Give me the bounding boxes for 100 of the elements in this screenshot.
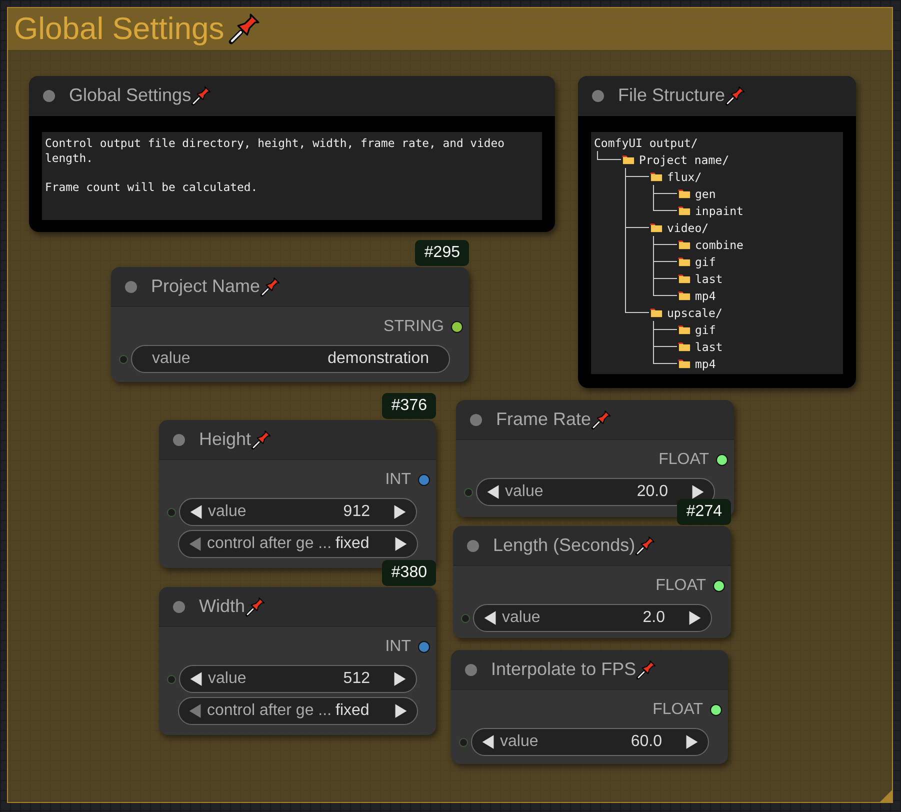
output-socket[interactable] bbox=[710, 704, 722, 716]
folder-icon bbox=[650, 307, 664, 318]
folder-icon bbox=[650, 222, 664, 233]
combo-widget[interactable]: control after ge ... fixed bbox=[178, 697, 418, 725]
node-title: Interpolate to FPS bbox=[491, 659, 636, 680]
output-label: FLOAT bbox=[652, 701, 703, 719]
folder-icon bbox=[678, 358, 692, 369]
pushpin-icon bbox=[260, 276, 280, 296]
collapse-dot-icon[interactable] bbox=[173, 434, 185, 446]
widget-label: value bbox=[208, 503, 248, 521]
input-socket[interactable] bbox=[167, 674, 176, 684]
folder-name: video/ bbox=[667, 220, 709, 234]
folder-name: gif bbox=[695, 254, 716, 268]
collapse-dot-icon[interactable] bbox=[465, 664, 477, 676]
number-widget[interactable]: value 2.0 bbox=[473, 604, 712, 632]
node-id-badge: #274 bbox=[677, 499, 731, 525]
output-socket[interactable] bbox=[451, 321, 463, 333]
number-widget[interactable]: value 912 bbox=[179, 498, 417, 526]
folder-name: mp4 bbox=[695, 288, 716, 302]
collapse-dot-icon[interactable] bbox=[43, 90, 55, 102]
input-socket[interactable] bbox=[459, 738, 468, 746]
right-arrow-icon[interactable] bbox=[690, 484, 706, 500]
collapse-dot-icon[interactable] bbox=[467, 540, 479, 552]
right-arrow-icon[interactable] bbox=[393, 536, 410, 552]
collapse-dot-icon[interactable] bbox=[173, 600, 185, 612]
widget-value: 60.0 bbox=[630, 733, 662, 751]
pushpin-icon bbox=[245, 596, 266, 616]
node-title: File Structure bbox=[618, 85, 726, 106]
collapse-dot-icon[interactable] bbox=[125, 280, 137, 292]
node-header[interactable]: Length (Seconds) bbox=[453, 526, 731, 566]
output-label: STRING bbox=[384, 318, 444, 336]
pushpin-icon bbox=[191, 86, 212, 106]
widget-value: 912 bbox=[343, 503, 370, 521]
right-arrow-icon[interactable] bbox=[392, 671, 408, 687]
group-title: Global Settings bbox=[14, 11, 224, 47]
node-title: Project Name bbox=[151, 276, 260, 297]
collapse-dot-icon[interactable] bbox=[592, 90, 604, 102]
node-title: Width bbox=[199, 596, 246, 617]
output-socket[interactable] bbox=[716, 454, 728, 466]
node-title: Height bbox=[199, 429, 252, 450]
folder-icon bbox=[678, 324, 692, 335]
note-text: Control output file directory, height, width, frame rate, and video length. Frame count will be calculated. bbox=[42, 132, 542, 220]
folder-icon bbox=[678, 256, 692, 267]
folder-name: Project name/ bbox=[639, 152, 730, 166]
left-arrow-icon[interactable] bbox=[188, 504, 204, 520]
node-header[interactable]: Height bbox=[159, 420, 436, 460]
text-widget[interactable]: value demonstration bbox=[131, 345, 450, 373]
number-widget[interactable]: value 20.0 bbox=[476, 478, 715, 506]
left-arrow-icon[interactable] bbox=[480, 734, 496, 750]
folder-name: upscale/ bbox=[667, 306, 722, 320]
input-socket[interactable] bbox=[464, 488, 473, 496]
node-id-badge: #380 bbox=[382, 560, 436, 586]
node-header[interactable]: Width bbox=[159, 587, 436, 627]
pushpin-icon bbox=[251, 430, 272, 450]
node-title: Frame Rate bbox=[496, 409, 592, 430]
node-title: Global Settings bbox=[69, 85, 192, 106]
output-label: FLOAT bbox=[658, 451, 709, 469]
node-header[interactable]: Global Settings bbox=[29, 76, 555, 116]
widget-label: value bbox=[500, 733, 540, 751]
widget-value: 512 bbox=[343, 670, 370, 688]
widget-value: fixed bbox=[336, 702, 370, 720]
pushpin-icon bbox=[725, 86, 746, 106]
pushpin-icon bbox=[635, 536, 656, 556]
folder-icon bbox=[678, 205, 692, 216]
folder-icon bbox=[678, 188, 692, 199]
right-arrow-icon[interactable] bbox=[684, 734, 700, 750]
folder-icon bbox=[650, 171, 664, 182]
folder-name: last bbox=[695, 272, 723, 286]
input-socket[interactable] bbox=[119, 354, 128, 364]
widget-value: 20.0 bbox=[636, 483, 668, 501]
number-widget[interactable]: value 512 bbox=[179, 665, 417, 693]
left-arrow-icon[interactable] bbox=[482, 610, 498, 626]
input-socket[interactable] bbox=[461, 614, 470, 622]
pushpin-icon bbox=[228, 13, 260, 45]
right-arrow-icon[interactable] bbox=[393, 703, 410, 719]
widget-value: 2.0 bbox=[642, 609, 665, 627]
right-arrow-icon[interactable] bbox=[687, 610, 703, 626]
pushpin-icon bbox=[591, 410, 612, 430]
output-socket[interactable] bbox=[713, 580, 725, 592]
node-header[interactable]: Frame Rate bbox=[456, 400, 734, 440]
resize-handle-icon[interactable] bbox=[880, 790, 892, 802]
number-widget[interactable]: value 60.0 bbox=[471, 728, 709, 756]
node-header[interactable]: Interpolate to FPS bbox=[451, 650, 728, 690]
widget-value: demonstration bbox=[328, 350, 429, 368]
left-arrow-icon[interactable] bbox=[188, 671, 204, 687]
input-socket[interactable] bbox=[167, 508, 176, 516]
folder-icon bbox=[678, 239, 692, 250]
right-arrow-icon[interactable] bbox=[392, 504, 408, 520]
node-title: Length (Seconds) bbox=[493, 535, 636, 556]
collapse-dot-icon[interactable] bbox=[470, 414, 482, 426]
folder-name: gen bbox=[695, 186, 716, 200]
node-header[interactable]: File Structure bbox=[578, 76, 856, 116]
folder-name: flux/ bbox=[667, 170, 702, 184]
widget-label: control after ge ... bbox=[207, 535, 332, 553]
node-header[interactable]: Project Name bbox=[111, 267, 469, 307]
pushpin-icon bbox=[636, 660, 656, 680]
combo-widget[interactable]: control after ge ... fixed bbox=[178, 530, 418, 558]
left-arrow-icon[interactable] bbox=[485, 484, 501, 500]
widget-label: value bbox=[152, 350, 192, 368]
output-label: INT bbox=[385, 471, 411, 489]
